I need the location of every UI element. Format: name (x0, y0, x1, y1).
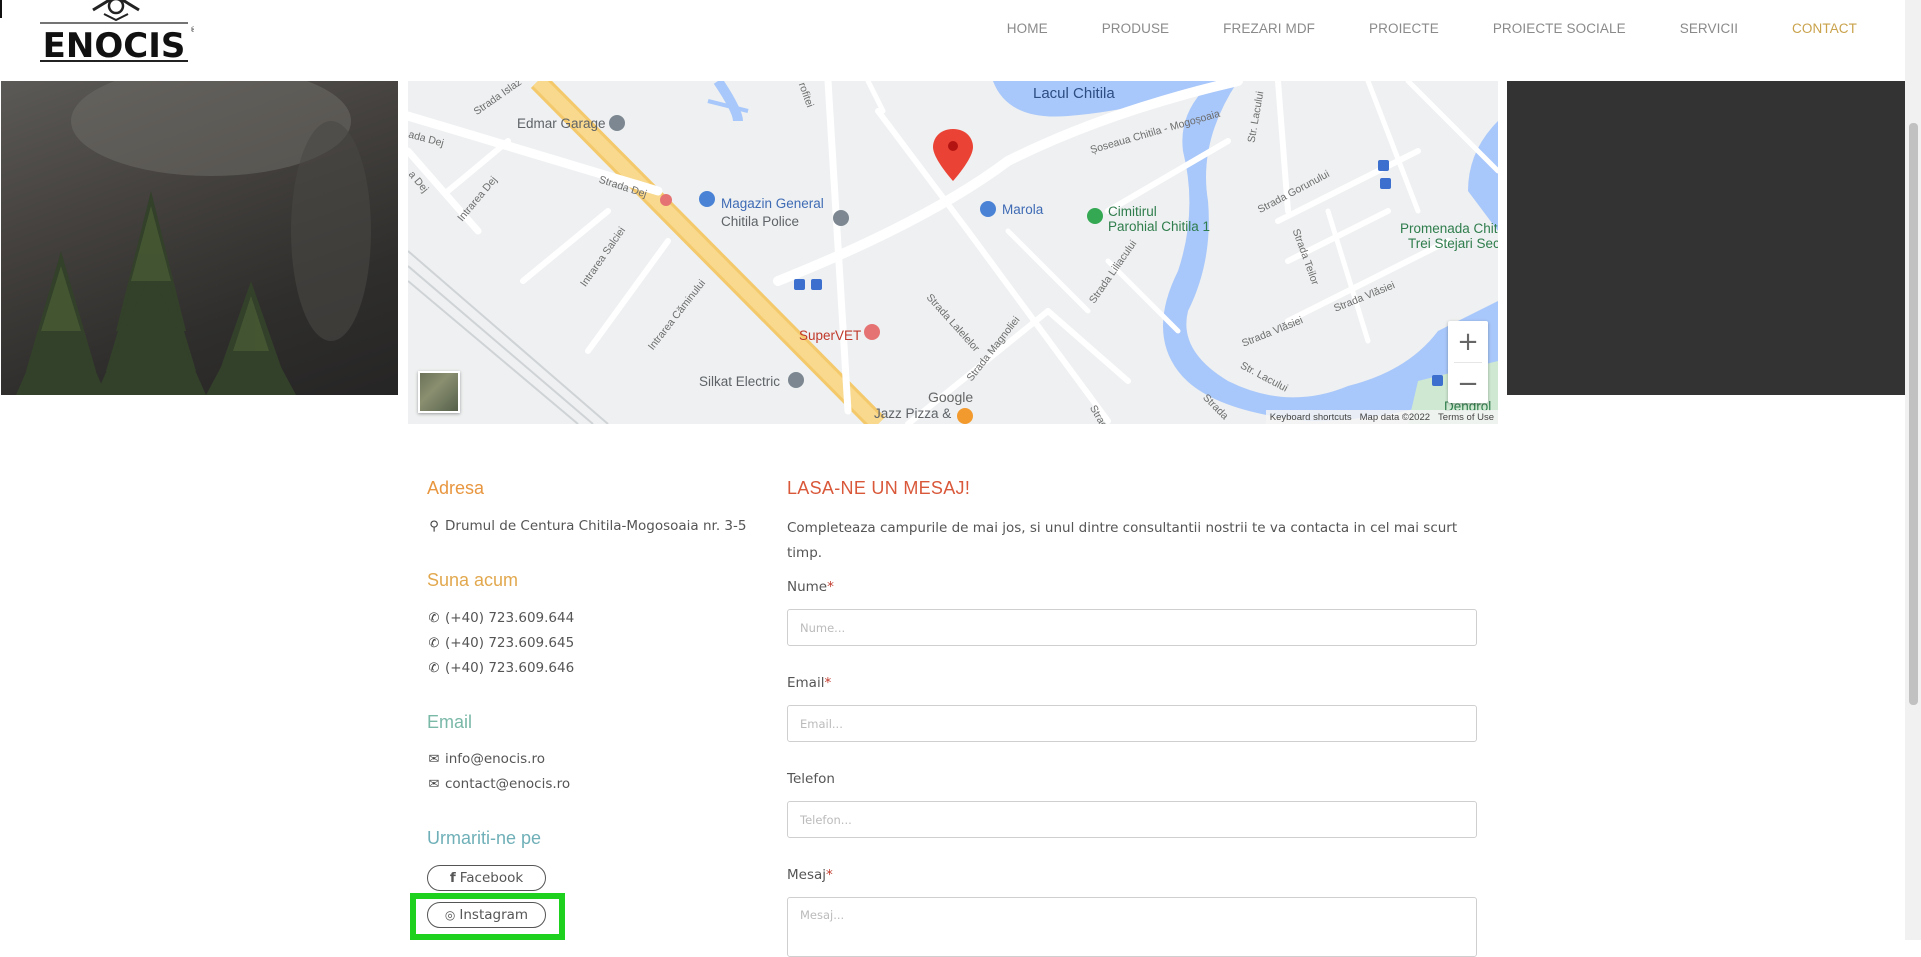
page-scrollbar[interactable] (1905, 0, 1921, 940)
map-label-promenada-2: Trei Stejari Sec (1408, 236, 1498, 251)
phone-icon: ✆ (428, 635, 440, 651)
phone-icon: ✆ (428, 660, 440, 676)
message-input[interactable] (787, 897, 1477, 957)
keyboard-shortcuts-link[interactable]: Keyboard shortcuts (1270, 412, 1352, 423)
email-line-1[interactable]: ✉ info@enocis.ro (427, 751, 545, 767)
phone-line-2[interactable]: ✆ (+40) 723.609.645 (427, 635, 575, 651)
message-label: Mesaj* (787, 867, 833, 883)
phone-icon: ✆ (428, 610, 440, 626)
nav-home[interactable]: HOME (1007, 21, 1048, 36)
hero-image-left (1, 81, 398, 395)
scrollbar-thumb[interactable] (1909, 123, 1918, 705)
google-wordmark: Google (928, 389, 974, 405)
facebook-icon: f (449, 870, 456, 886)
map-zoom-control: + − (1448, 321, 1488, 403)
nav-frezari-mdf[interactable]: FREZARI MDF (1223, 21, 1315, 36)
nav-servicii[interactable]: SERVICII (1680, 21, 1738, 36)
phone-line-3[interactable]: ✆ (+40) 723.609.646 (427, 660, 575, 676)
logo-graphic: ENOCIS ® (40, 0, 194, 66)
map-label-jazz: Jazz Pizza & (874, 406, 952, 421)
email-input[interactable] (787, 705, 1477, 742)
name-label: Nume* (787, 579, 834, 595)
map-label-lacul: Lacul Chitila (1033, 85, 1115, 102)
name-input[interactable] (787, 609, 1477, 646)
envelope-icon: ✉ (428, 776, 440, 792)
form-title: LASA-NE UN MESAJ! (787, 478, 971, 498)
phone-text-3: (+40) 723.609.646 (445, 660, 575, 676)
required-mark: * (827, 579, 834, 595)
hero-trees-image (16, 81, 371, 395)
phone-label: Telefon (787, 771, 835, 787)
required-mark: * (826, 867, 833, 883)
map-label-marola: Marola (1002, 202, 1044, 217)
nav-proiecte-sociale[interactable]: PROIECTE SOCIALE (1493, 21, 1626, 36)
nav-contact[interactable]: CONTACT (1792, 21, 1857, 36)
map-attribution: Keyboard shortcuts Map data ©2022 Terms … (1265, 410, 1498, 424)
phone-text-2: (+40) 723.609.645 (445, 635, 575, 651)
svg-text:®: ® (190, 26, 194, 34)
map-label-magazin: Magazin General (721, 196, 824, 211)
map-label-supervet: SuperVET (799, 328, 862, 343)
call-heading: Suna acum (427, 570, 519, 590)
facebook-button[interactable]: f Facebook (427, 865, 546, 891)
highlight-box (410, 893, 565, 940)
follow-heading: Urmariti-ne pe (427, 828, 542, 848)
nav-produse[interactable]: PRODUSE (1102, 21, 1169, 36)
map-label-cimitir-2: Parohial Chitila 1 (1108, 219, 1211, 234)
satellite-toggle[interactable] (418, 371, 460, 413)
map-label-silkat: Silkat Electric (699, 374, 781, 389)
email-heading: Email (427, 712, 473, 732)
phone-line-1[interactable]: ✆ (+40) 723.609.644 (427, 610, 575, 626)
hero-image-right (1507, 81, 1905, 395)
page-edge-mark (0, 0, 2, 18)
logo-text: ENOCIS (43, 26, 186, 66)
email-line-2[interactable]: ✉ contact@enocis.ro (427, 776, 571, 792)
email-text-2: contact@enocis.ro (445, 776, 571, 792)
google-map[interactable]: Edmar Garage Magazin General Chitila Pol… (408, 81, 1498, 424)
site-header: ENOCIS ® HOME PRODUSE FREZARI MDF PROIEC… (0, 0, 1905, 81)
enocis-logo[interactable]: ENOCIS ® (38, 0, 194, 66)
phone-input[interactable] (787, 801, 1477, 838)
map-data-text: Map data ©2022 (1359, 411, 1431, 423)
map-marker-icon: ⚲ (429, 518, 439, 534)
zoom-in-button[interactable]: + (1448, 321, 1488, 362)
form-intro: Completeaza campurile de mai jos, si unu… (787, 520, 1458, 561)
email-label: Email* (787, 675, 832, 691)
main-nav: HOME PRODUSE FREZARI MDF PROIECTE PROIEC… (953, 0, 1857, 56)
nav-proiecte[interactable]: PROIECTE (1369, 21, 1439, 36)
phone-text-1: (+40) 723.609.644 (445, 610, 575, 626)
map-base (408, 81, 1498, 424)
email-text-1: info@enocis.ro (445, 751, 545, 767)
envelope-icon: ✉ (428, 751, 440, 767)
terms-of-use-link[interactable]: Terms of Use (1438, 412, 1494, 423)
facebook-label: Facebook (459, 870, 524, 886)
address-heading: Adresa (427, 478, 485, 498)
address-line: ⚲ Drumul de Centura Chitila-Mogosoaia nr… (427, 518, 746, 534)
map-label-police: Chitila Police (721, 214, 800, 229)
map-label-promenada: Promenada Chit (1400, 221, 1498, 236)
required-mark: * (824, 675, 832, 691)
zoom-out-button[interactable]: − (1448, 363, 1488, 404)
address-text: Drumul de Centura Chitila-Mogosoaia nr. … (445, 518, 747, 534)
map-label-edmar: Edmar Garage (517, 116, 606, 131)
map-label-cimitir: Cimitirul (1108, 204, 1157, 219)
